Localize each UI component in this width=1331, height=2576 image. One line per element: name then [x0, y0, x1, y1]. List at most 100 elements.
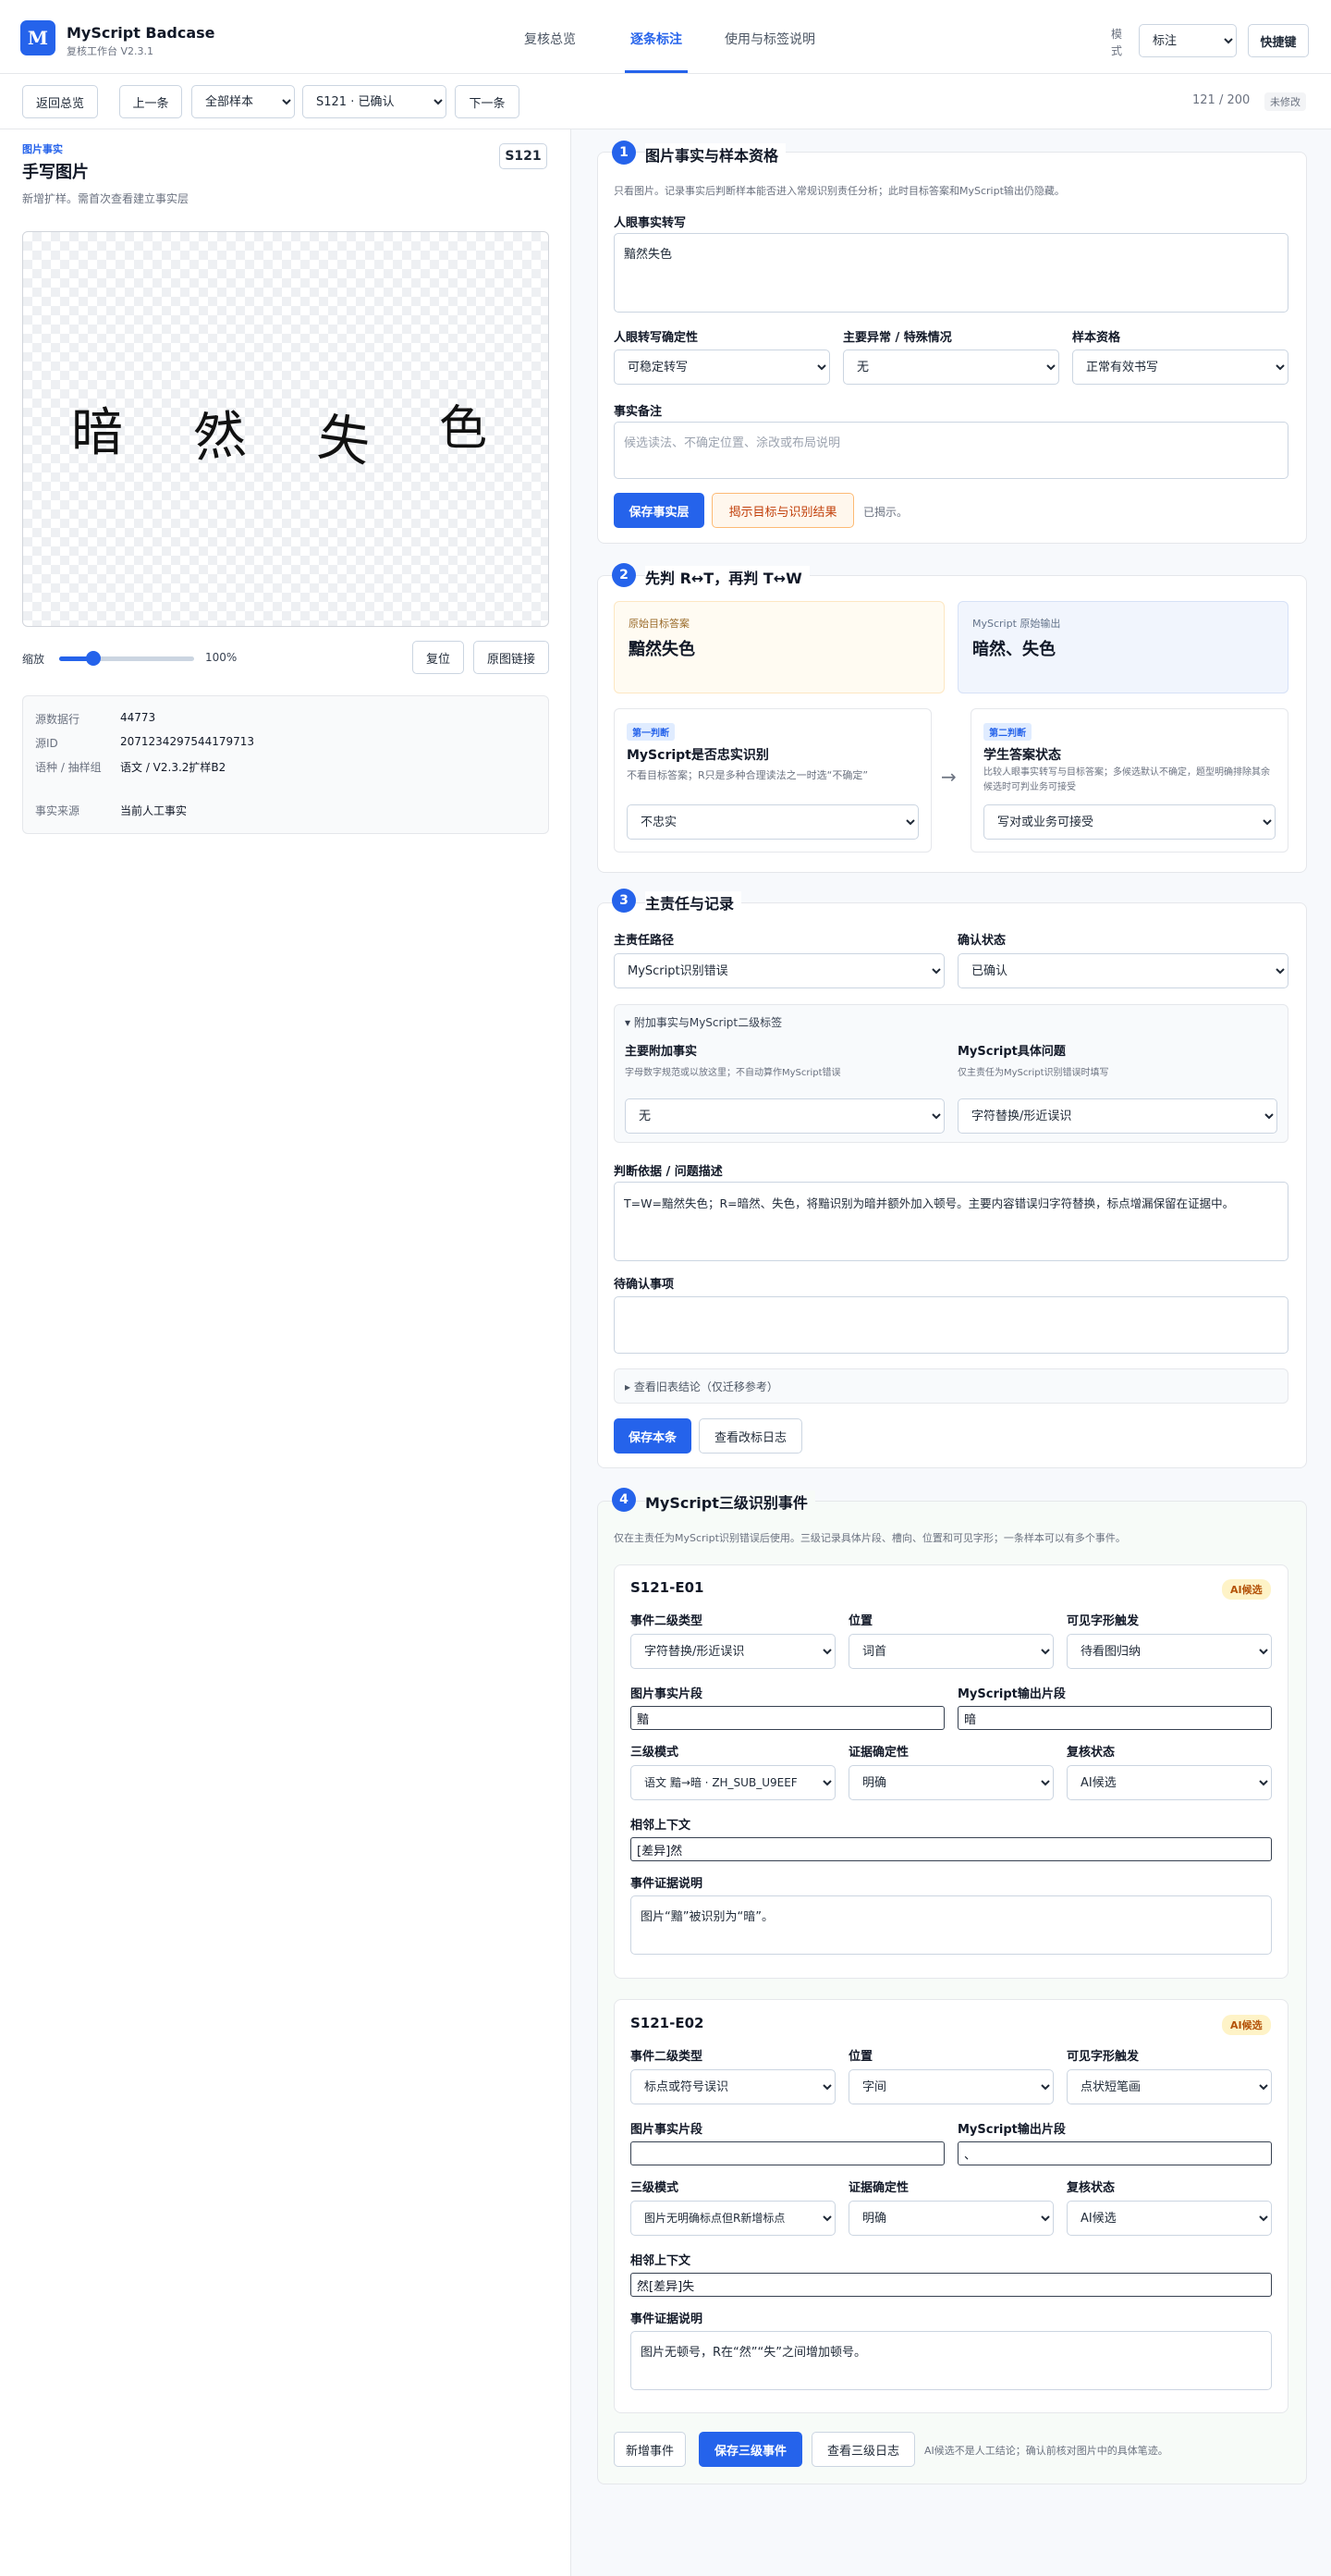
meta-value: 44773	[120, 711, 156, 724]
image-title: 手写图片	[22, 163, 89, 182]
evidence-label: 事件证据说明	[630, 2312, 703, 2326]
section-desc: 只看图片。记录事实后判断样本能否进入常规识别责任分析；此时目标答案和MyScri…	[614, 185, 1065, 197]
context-label: 相邻上下文	[630, 2254, 691, 2268]
tab-guide[interactable]: 使用与标签说明	[725, 30, 815, 48]
zoom-value: 100%	[205, 651, 238, 664]
fact-segment-input[interactable]: 黯	[630, 1706, 945, 1730]
evidence-textarea[interactable]: 图片无顿号，R在“然”“失”之间增加顿号。	[630, 2331, 1272, 2390]
event-review-select[interactable]: AI候选	[1067, 1765, 1272, 1800]
event-mode-select[interactable]: 语文 黯→暗 · ZH_SUB_U9EEF	[630, 1765, 836, 1800]
problem-select[interactable]: 字符替换/形近误识	[958, 1098, 1277, 1134]
app-version: 复核工作台 V2.3.1	[67, 45, 154, 57]
pending-label: 待确认事项	[614, 1278, 675, 1292]
event-certainty-select[interactable]: 明确	[849, 1765, 1054, 1800]
reveal-target-button[interactable]: 揭示目标与识别结果	[712, 493, 854, 528]
original-image-link[interactable]: 原图链接	[473, 641, 549, 674]
image-desc: 新增扩样。需首次查看建立事实层	[22, 192, 189, 205]
event-position-select[interactable]: 字间	[849, 2069, 1054, 2104]
note-label: 事实备注	[614, 405, 663, 419]
event-log-button[interactable]: 查看三级日志	[812, 2432, 915, 2467]
event-certainty-select[interactable]: 明确	[849, 2201, 1054, 2236]
basis-label: 判断依据 / 问题描述	[614, 1165, 723, 1179]
eligibility-select[interactable]: 正常有效书写	[1072, 350, 1288, 385]
back-to-overview-button[interactable]: 返回总览	[22, 85, 98, 118]
problem-label: MyScript具体问题	[958, 1045, 1066, 1059]
basis-textarea[interactable]: T=W=黯然失色；R=暗然、失色，将黯识别为暗并额外加入顿号。主要内容错误归字符…	[614, 1182, 1288, 1261]
zoom-slider[interactable]	[59, 651, 194, 666]
note-textarea[interactable]: 候选读法、不确定位置、涂改或布局说明	[614, 422, 1288, 479]
event-glyph-label: 可见字形触发	[1067, 1614, 1140, 1628]
tab-annotate[interactable]: 逐条标注	[630, 30, 682, 48]
anomaly-select[interactable]: 无	[843, 350, 1059, 385]
review-label: 复核状态	[1067, 2181, 1116, 2195]
filter-select[interactable]: 全部样本	[191, 85, 295, 118]
first-judgement-hint: 不看目标答案；R只是多种合理读法之一时选“不确定”	[627, 769, 869, 781]
context-input[interactable]: [差异]然	[630, 1837, 1272, 1861]
handwriting-glyph: 色	[439, 401, 488, 457]
event-review-select[interactable]: AI候选	[1067, 2201, 1272, 2236]
target-caption: 原始目标答案	[629, 618, 690, 630]
certainty-label: 证据确定性	[849, 1746, 910, 1760]
save-events-button[interactable]: 保存三级事件	[699, 2432, 802, 2467]
pending-textarea[interactable]	[614, 1296, 1288, 1354]
second-judgement-hint: 比较人眼事实转写与目标答案；多候选默认不确定，题型明确排除其余候选时可判业务可接…	[983, 767, 1270, 792]
first-judgement-tag: 第一判断	[627, 723, 675, 741]
section-number: 4	[612, 1488, 636, 1512]
event-glyph-select[interactable]: 点状短笔画	[1067, 2069, 1272, 2104]
image-section-tag: 图片事实	[22, 143, 63, 155]
fact-segment-label: 图片事实片段	[630, 1687, 703, 1701]
change-log-button[interactable]: 查看改标日志	[699, 1418, 802, 1454]
output-segment-label: MyScript输出片段	[958, 2123, 1066, 2137]
review-label: 复核状态	[1067, 1746, 1116, 1760]
add-event-button[interactable]: 新增事件	[614, 2432, 686, 2467]
answer-status-select[interactable]: 写对或业务可接受	[983, 804, 1276, 840]
next-button[interactable]: 下一条	[455, 85, 519, 118]
event-glyph-select[interactable]: 待看图归纳	[1067, 1634, 1272, 1669]
sample-select[interactable]: S121 · 已确认	[302, 85, 446, 118]
second-judgement-tag: 第二判断	[983, 723, 1032, 741]
section-title: 先判 R↔T，再判 T↔W	[645, 566, 810, 588]
shortcut-button[interactable]: 快捷键	[1248, 24, 1309, 57]
output-value: 暗然、失色	[972, 640, 1056, 659]
meta-value: 当前人工事实	[120, 804, 188, 817]
events-footer-hint: AI候选不是人工结论；确认前核对图片中的具体笔迹。	[924, 2445, 1168, 2457]
prev-button[interactable]: 上一条	[119, 85, 182, 118]
responsibility-select[interactable]: MyScript识别错误	[614, 953, 945, 988]
section-number: 3	[612, 889, 636, 913]
mode-label: 模式	[1111, 28, 1123, 57]
certainty-select[interactable]: 可稳定转写	[614, 350, 830, 385]
event-glyph-label: 可见字形触发	[1067, 2050, 1140, 2064]
fact-segment-input[interactable]	[630, 2141, 945, 2165]
event-type-label: 事件二级类型	[630, 1614, 703, 1628]
output-segment-input[interactable]: 暗	[958, 1706, 1272, 1730]
event-position-label: 位置	[849, 1614, 873, 1628]
section-number: 2	[612, 563, 636, 587]
extra-fact-select[interactable]: 无	[625, 1098, 945, 1134]
transcript-label: 人眼事实转写	[614, 216, 687, 230]
section-title: MyScript三级识别事件	[645, 1490, 815, 1513]
event-position-select[interactable]: 词首	[849, 1634, 1054, 1669]
reset-zoom-button[interactable]: 复位	[412, 641, 464, 674]
meta-value: 语文 / V2.3.2扩样B2	[120, 761, 226, 774]
handwriting-glyph: 失	[314, 407, 374, 474]
output-segment-input[interactable]: 、	[958, 2141, 1272, 2165]
evidence-textarea[interactable]: 图片“黯”被识别为“暗”。	[630, 1895, 1272, 1955]
history-toggle[interactable]: ▸ 查看旧表结论（仅迁移参考）	[625, 1379, 778, 1394]
confirm-select[interactable]: 已确认	[958, 953, 1288, 988]
event-type-select[interactable]: 标点或符号误识	[630, 2069, 836, 2104]
event-position-label: 位置	[849, 2050, 873, 2064]
faithful-select[interactable]: 不忠实	[627, 804, 919, 840]
save-fact-button[interactable]: 保存事实层	[614, 493, 704, 528]
mode-label: 三级模式	[630, 2181, 679, 2195]
confirm-label: 确认状态	[958, 934, 1007, 948]
anomaly-label: 主要异常 / 特殊情况	[843, 331, 952, 345]
mode-select[interactable]: 标注	[1139, 24, 1237, 57]
extra-tags-toggle[interactable]: ▾ 附加事实与MyScript二级标签	[625, 1014, 782, 1030]
save-record-button[interactable]: 保存本条	[614, 1418, 691, 1454]
tab-overview[interactable]: 复核总览	[524, 30, 576, 48]
event-mode-select[interactable]: 图片无明确标点但R新增标点	[630, 2201, 836, 2236]
zoom-slider-handle[interactable]	[85, 651, 101, 666]
event-type-select[interactable]: 字符替换/形近误识	[630, 1634, 836, 1669]
transcript-textarea[interactable]: 黯然失色	[614, 233, 1288, 313]
context-input[interactable]: 然[差异]失	[630, 2273, 1272, 2297]
